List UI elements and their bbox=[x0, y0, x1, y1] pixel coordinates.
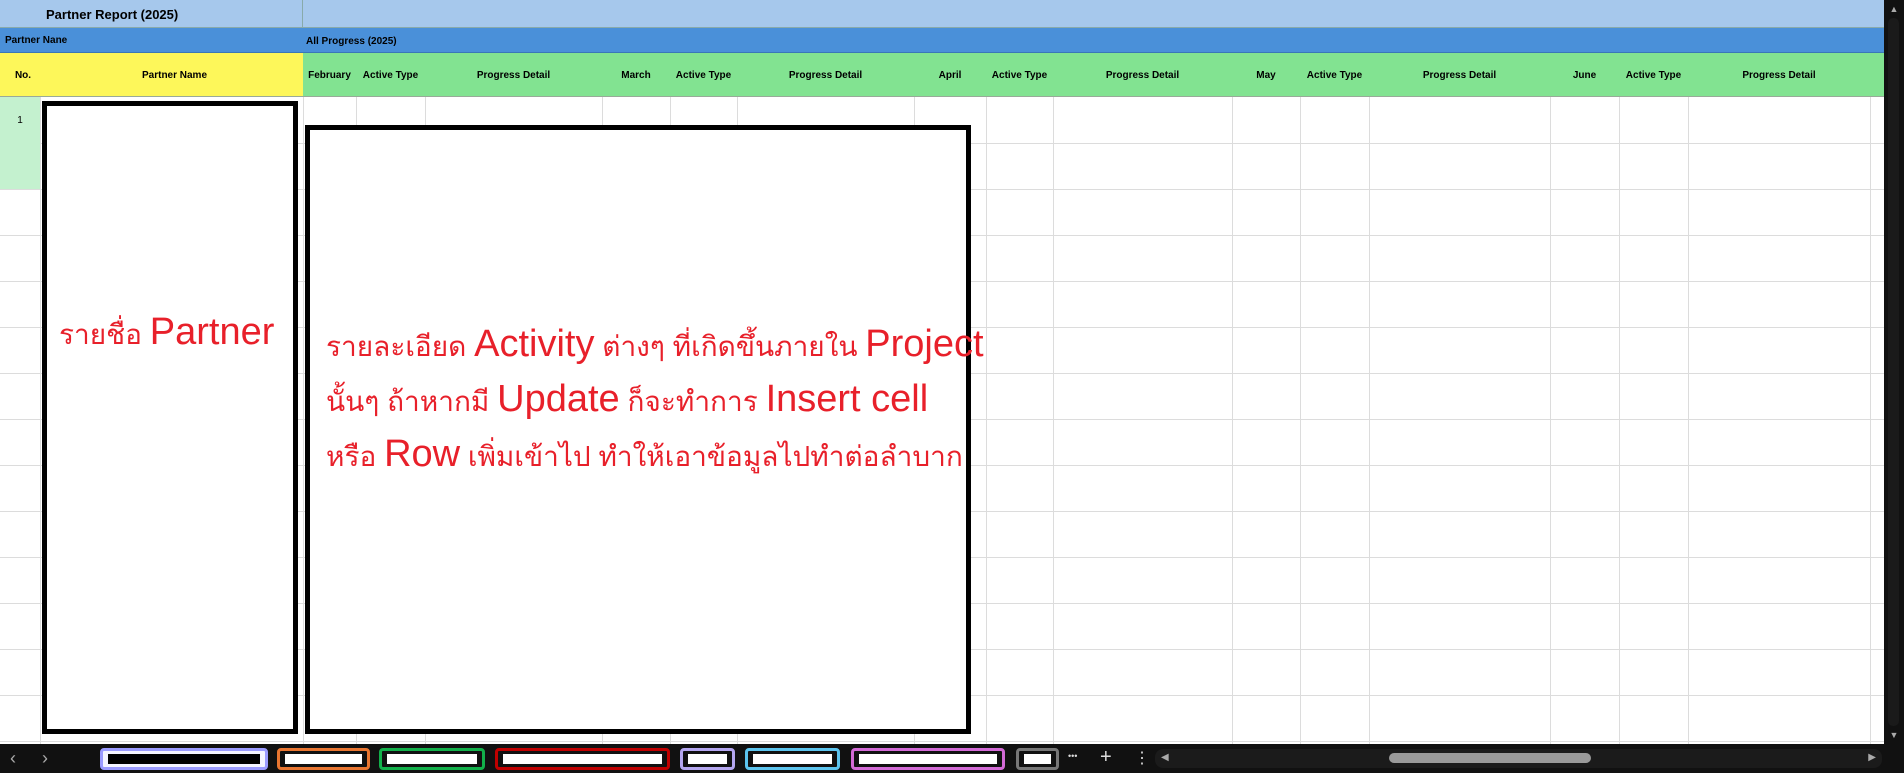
grid-line bbox=[1870, 97, 1871, 744]
annotation-segment: Activity bbox=[474, 323, 595, 365]
grid-line bbox=[1053, 97, 1054, 744]
annotation-segment: ต่างๆ ที่เกิดขึ้นภายใน bbox=[594, 331, 866, 362]
scroll-right-icon[interactable]: ▶ bbox=[1868, 752, 1876, 763]
header-april[interactable]: April bbox=[914, 53, 986, 97]
annotation-segment: Insert cell bbox=[765, 378, 929, 420]
add-sheet-icon[interactable]: + bbox=[1100, 746, 1112, 769]
sheet-tab-5[interactable] bbox=[680, 748, 735, 770]
group-progress-label[interactable]: All Progress (2025) bbox=[306, 28, 397, 53]
header-active-type[interactable]: Active Type bbox=[1619, 53, 1688, 97]
header-active-type[interactable]: Active Type bbox=[356, 53, 425, 97]
horizontal-scroll-thumb[interactable] bbox=[1389, 753, 1591, 763]
group-row bbox=[0, 28, 1884, 53]
annotation-segment: Row bbox=[384, 433, 461, 475]
grid-line bbox=[1300, 97, 1301, 744]
sheet-tab-label-redacted bbox=[108, 754, 260, 764]
annotation-segment: Project bbox=[865, 323, 984, 365]
annotation-segment: รายชื่อ bbox=[59, 319, 150, 350]
sheet-tab-bar: ‹ › ••• + ⋮ ◀ ▶ bbox=[0, 744, 1904, 773]
partner-annotation-text: รายชื่อ Partner bbox=[59, 306, 274, 361]
sheet-tab-label-redacted bbox=[688, 754, 727, 764]
sheet-menu-icon[interactable]: ⋮ bbox=[1134, 748, 1150, 768]
header-active-type[interactable]: Active Type bbox=[1300, 53, 1369, 97]
annotation-segment: ก็จะทำการ bbox=[619, 386, 766, 417]
activity-annotation-box: รายละเอียด Activity ต่างๆ ที่เกิดขึ้นภาย… bbox=[305, 125, 984, 734]
scroll-down-icon[interactable]: ▼ bbox=[1884, 730, 1904, 740]
annotation-line: นั้นๆ ถ้าหากมี Update ก็จะทำการ Insert c… bbox=[326, 373, 984, 428]
annotation-segment: Update bbox=[497, 378, 620, 420]
grid-line bbox=[40, 97, 41, 744]
partner-annotation-box: รายชื่อ Partner bbox=[42, 101, 298, 734]
sheet-tab-6[interactable] bbox=[745, 748, 840, 770]
more-sheets-icon[interactable]: ••• bbox=[1068, 751, 1077, 761]
vertical-scroll-track[interactable] bbox=[1888, 18, 1899, 726]
header-june[interactable]: June bbox=[1550, 53, 1619, 97]
sheet-tab-4[interactable] bbox=[495, 748, 670, 770]
sheet-tab-2[interactable] bbox=[277, 748, 370, 770]
sheet-tab-label-redacted bbox=[1024, 754, 1051, 764]
annotation-segment: รายละเอียด bbox=[326, 331, 475, 362]
header-progress-detail[interactable]: Progress Detail bbox=[737, 53, 914, 97]
vertical-scrollbar[interactable]: ▲ ▼ bbox=[1884, 0, 1904, 744]
header-march[interactable]: March bbox=[602, 53, 670, 97]
grid-line bbox=[1369, 97, 1370, 744]
annotation-segment: Partner bbox=[149, 311, 275, 353]
annotation-line: รายละเอียด Activity ต่างๆ ที่เกิดขึ้นภาย… bbox=[326, 318, 984, 373]
sheet-tab-label-redacted bbox=[285, 754, 362, 764]
header-progress-detail[interactable]: Progress Detail bbox=[1053, 53, 1232, 97]
grid-line bbox=[1550, 97, 1551, 744]
activity-annotation-text: รายละเอียด Activity ต่างๆ ที่เกิดขึ้นภาย… bbox=[326, 318, 984, 483]
header-progress-detail[interactable]: Progress Detail bbox=[1369, 53, 1550, 97]
grid-line bbox=[303, 97, 304, 744]
sheet-tab-1[interactable] bbox=[100, 748, 268, 770]
header-active-type[interactable]: Active Type bbox=[670, 53, 737, 97]
next-sheet-icon[interactable]: › bbox=[42, 748, 48, 769]
sheet-tab-8[interactable] bbox=[1016, 748, 1059, 770]
prev-sheet-icon[interactable]: ‹ bbox=[10, 748, 16, 769]
sheet-tab-7[interactable] bbox=[851, 748, 1005, 770]
sheet-tab-label-redacted bbox=[859, 754, 997, 764]
grid-line bbox=[0, 741, 1884, 742]
header-progress-detail[interactable]: Progress Detail bbox=[425, 53, 602, 97]
report-title[interactable]: Partner Report (2025) bbox=[0, 0, 303, 28]
grid-line bbox=[986, 97, 987, 744]
annotation-segment: เพิ่มเข้าไป ทำให้เอาข้อมูลไปทำต่อลำบาก bbox=[460, 441, 963, 472]
sheet-tab-label-redacted bbox=[503, 754, 662, 764]
grid-line bbox=[1232, 97, 1233, 744]
header-february[interactable]: February bbox=[303, 53, 356, 97]
header-progress-detail[interactable]: Progress Detail bbox=[1688, 53, 1870, 97]
sheet-tab-label-redacted bbox=[753, 754, 832, 764]
annotation-segment: นั้นๆ ถ้าหากมี bbox=[326, 386, 498, 417]
header-no[interactable]: No. bbox=[0, 53, 46, 97]
grid-line bbox=[1688, 97, 1689, 744]
sheet-tab-label-redacted bbox=[387, 754, 477, 764]
annotation-line: หรือ Row เพิ่มเข้าไป ทำให้เอาข้อมูลไปทำต… bbox=[326, 428, 984, 483]
sheet-tab-3[interactable] bbox=[379, 748, 485, 770]
horizontal-scrollbar[interactable]: ◀ ▶ bbox=[1155, 749, 1882, 768]
row-number-1[interactable]: 1 bbox=[0, 97, 40, 189]
scroll-up-icon[interactable]: ▲ bbox=[1884, 4, 1904, 14]
scroll-left-icon[interactable]: ◀ bbox=[1161, 752, 1169, 763]
header-partner-name[interactable]: Partner Name bbox=[46, 53, 303, 97]
header-active-type[interactable]: Active Type bbox=[986, 53, 1053, 97]
grid-line bbox=[1619, 97, 1620, 744]
group-partner-label[interactable]: Partner Nane bbox=[5, 28, 67, 53]
header-may[interactable]: May bbox=[1232, 53, 1300, 97]
annotation-segment: หรือ bbox=[326, 441, 385, 472]
